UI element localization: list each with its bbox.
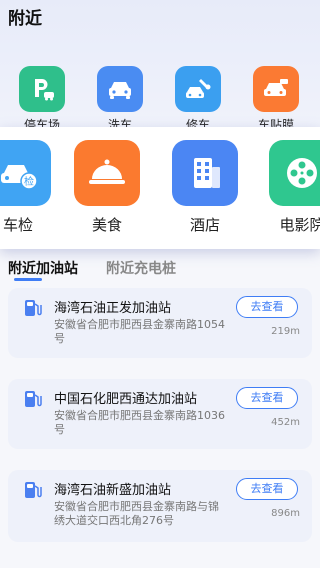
tab-charging-stations[interactable]: 附近充电桩 bbox=[106, 258, 176, 278]
tab-gas-stations[interactable]: 附近加油站 bbox=[8, 258, 78, 278]
station-distance: 896m bbox=[271, 508, 300, 519]
hotel-icon bbox=[172, 140, 238, 206]
category-car-inspection[interactable]: 检 车检 bbox=[0, 140, 58, 235]
station-card[interactable]: 中国石化肥西通达加油站 安徽省合肥市肥西县金寨南路1036号 去查看 452m bbox=[8, 379, 312, 449]
parking-icon bbox=[19, 66, 65, 112]
station-name: 海湾石油新盛加油站 bbox=[54, 483, 172, 498]
small-category-row: 停车场 洗车 修车 车贴膜 bbox=[0, 66, 320, 132]
car-inspection-icon: 检 bbox=[0, 140, 51, 206]
view-station-button[interactable]: 去查看 bbox=[236, 296, 298, 318]
fuel-pump-icon bbox=[22, 479, 44, 501]
category-car-film[interactable]: 车贴膜 bbox=[245, 66, 307, 133]
car-wash-icon bbox=[97, 66, 143, 112]
station-card[interactable]: 海湾石油新盛加油站 安徽省合肥市肥西县金寨南路与锦绣大道交口西北角276号 去查… bbox=[8, 470, 312, 542]
station-distance: 219m bbox=[271, 326, 300, 337]
station-distance: 452m bbox=[271, 417, 300, 428]
category-car-wash[interactable]: 洗车 bbox=[89, 66, 151, 133]
view-station-button[interactable]: 去查看 bbox=[236, 387, 298, 409]
category-cinema[interactable]: 电影院 bbox=[262, 140, 320, 235]
food-icon bbox=[74, 140, 140, 206]
fuel-pump-icon bbox=[22, 297, 44, 319]
category-parking[interactable]: 停车场 bbox=[11, 66, 73, 133]
car-film-icon bbox=[253, 66, 299, 112]
station-address: 安徽省合肥市肥西县金寨南路与锦绣大道交口西北角276号 bbox=[54, 500, 219, 527]
featured-category-carousel[interactable]: 检 车检 美食 酒店 电影院 bbox=[0, 127, 320, 249]
category-food[interactable]: 美食 bbox=[67, 140, 147, 235]
car-repair-icon bbox=[175, 66, 221, 112]
view-station-button[interactable]: 去查看 bbox=[236, 478, 298, 500]
station-name: 中国石化肥西通达加油站 bbox=[54, 392, 198, 407]
station-address: 安徽省合肥市肥西县金寨南路1036号 bbox=[54, 409, 225, 436]
inspection-badge-text: 检 bbox=[24, 175, 34, 188]
cinema-icon bbox=[269, 140, 320, 206]
active-tab-indicator bbox=[14, 278, 42, 281]
station-card[interactable]: 海湾石油正发加油站 安徽省合肥市肥西县金寨南路1054号 去查看 219m bbox=[8, 288, 312, 358]
fuel-pump-icon bbox=[22, 388, 44, 410]
category-car-repair[interactable]: 修车 bbox=[167, 66, 229, 133]
station-name: 海湾石油正发加油站 bbox=[54, 301, 172, 316]
page-title: 附近 bbox=[8, 9, 42, 29]
category-hotel[interactable]: 酒店 bbox=[165, 140, 245, 235]
station-address: 安徽省合肥市肥西县金寨南路1054号 bbox=[54, 318, 225, 345]
